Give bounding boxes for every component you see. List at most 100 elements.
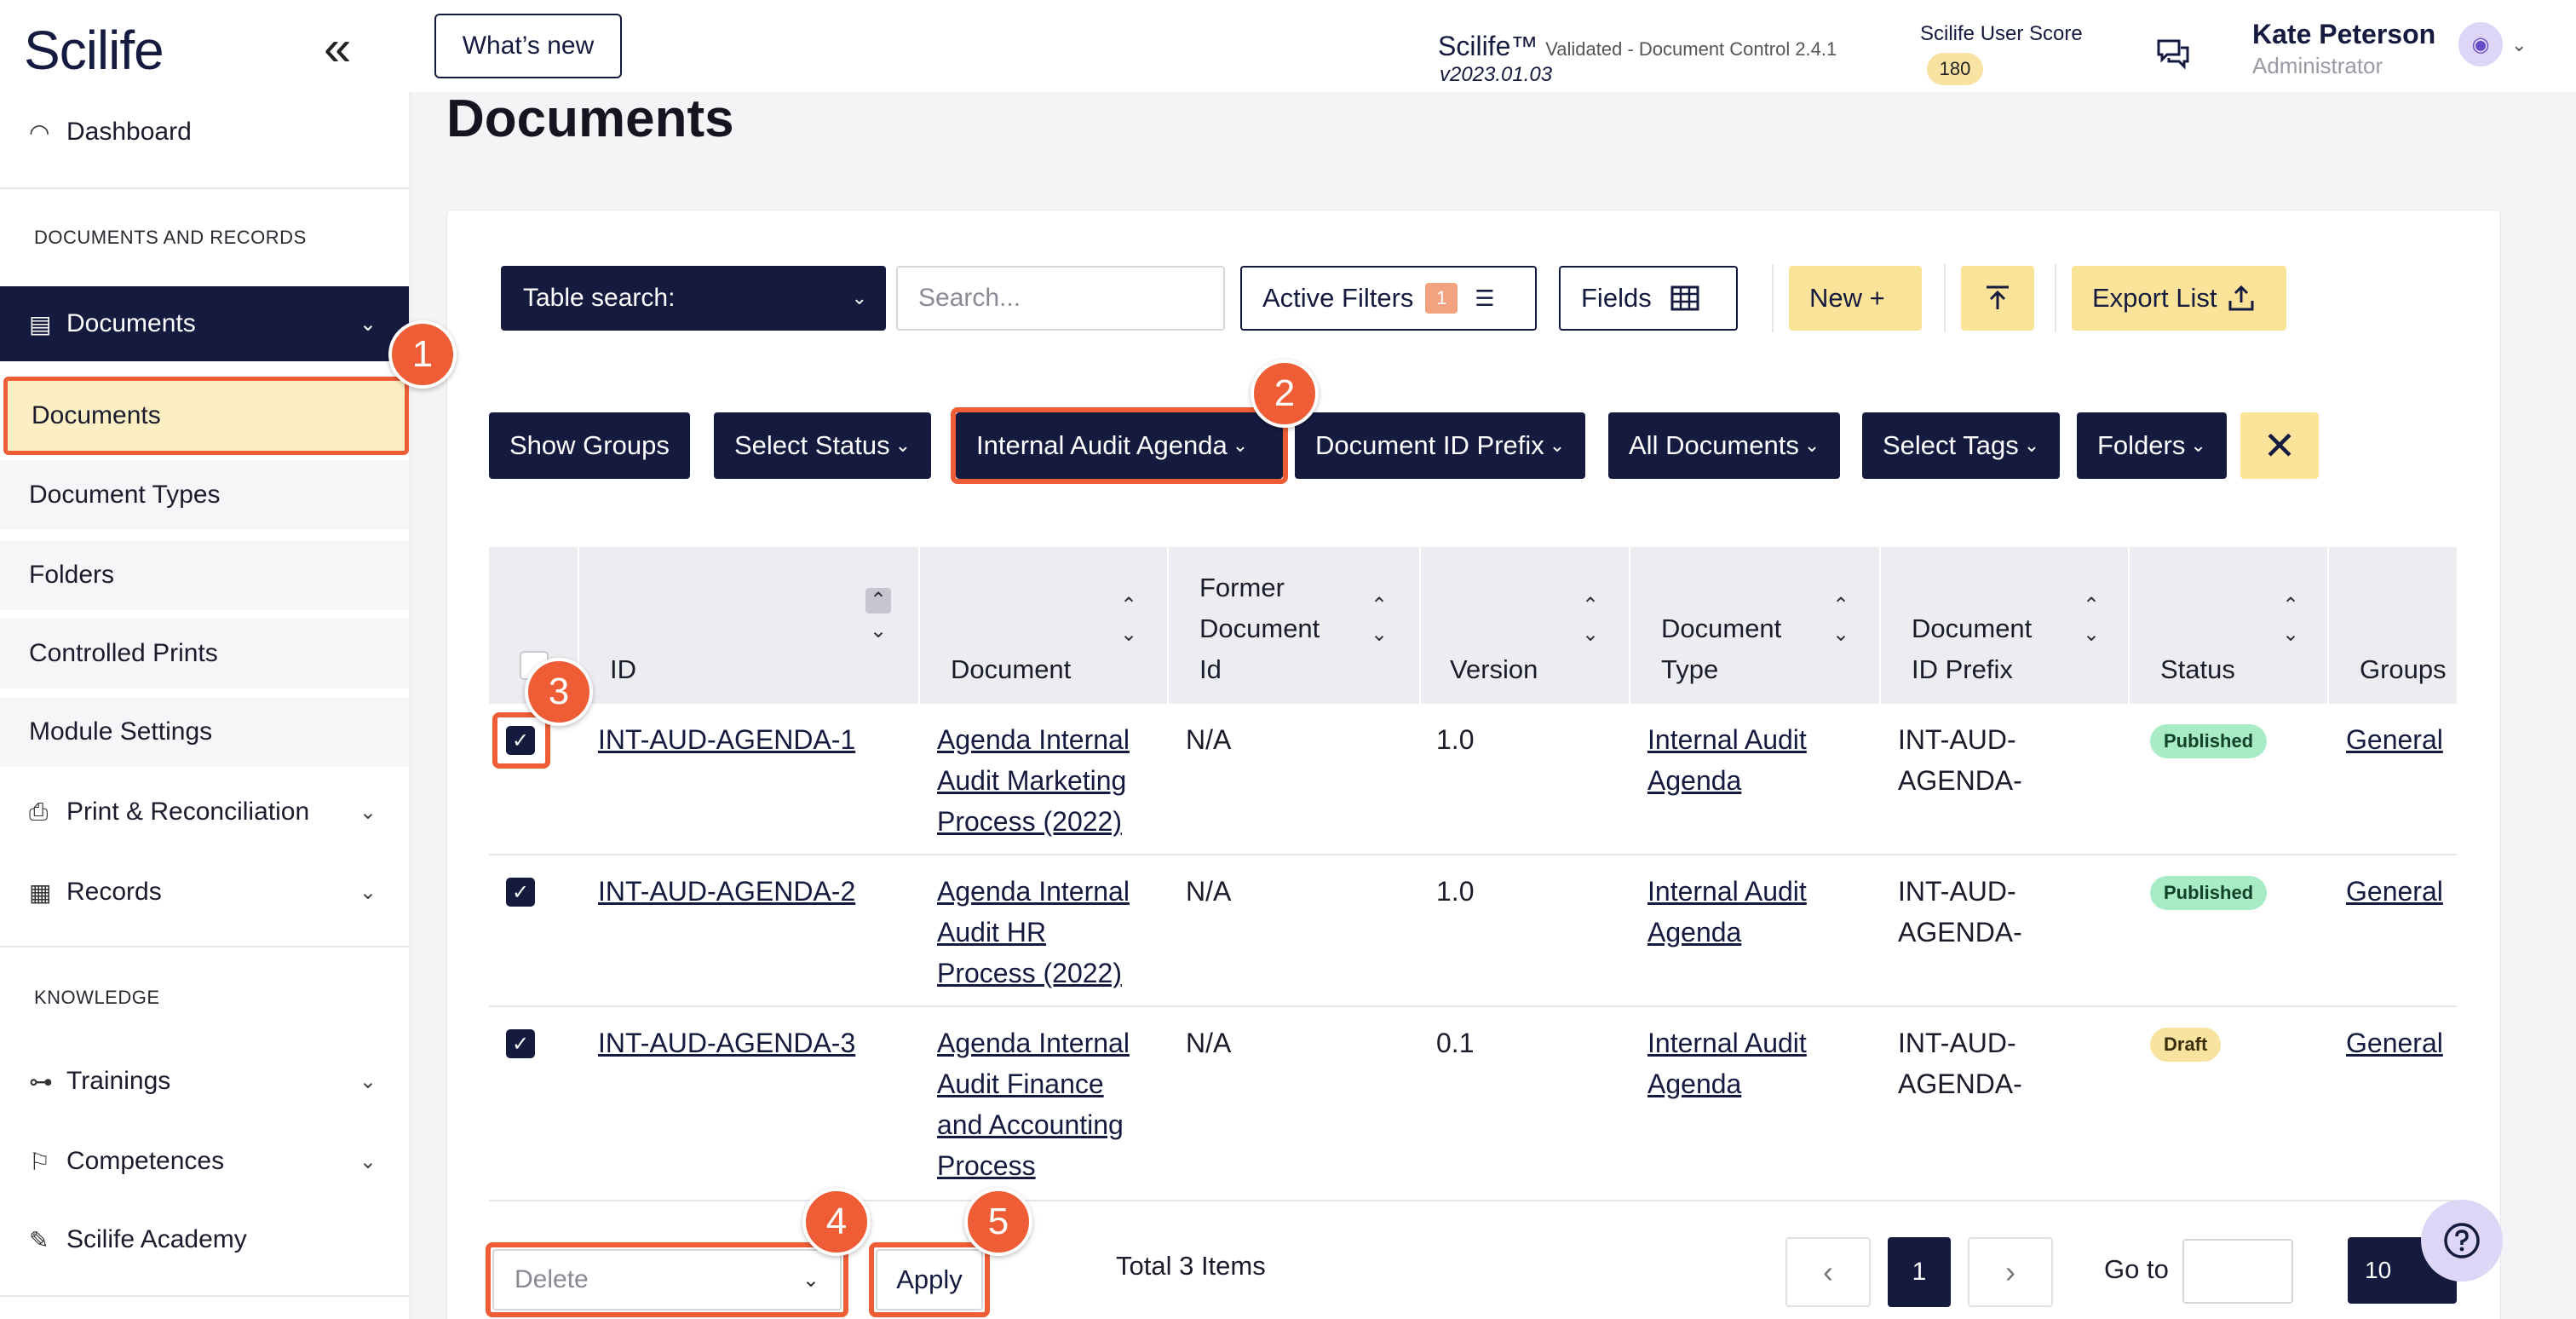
- column-header-groups[interactable]: Groups: [2360, 547, 2455, 704]
- header-line: ID Prefix: [1912, 654, 2013, 684]
- select-status-dropdown[interactable]: Select Status ⌄: [714, 412, 932, 479]
- select-tags-dropdown[interactable]: Select Tags ⌄: [1862, 412, 2061, 479]
- column-header-document[interactable]: Document ⌃ ⌄: [951, 547, 1155, 704]
- document-id-link[interactable]: INT-AUD-AGENDA-3: [598, 1022, 855, 1063]
- document-id-link[interactable]: INT-AUD-AGENDA-1: [598, 719, 855, 760]
- title-line: Agenda Internal: [937, 724, 1130, 755]
- clear-filters-close-icon[interactable]: ✕: [2240, 412, 2319, 479]
- new-button[interactable]: New +: [1789, 266, 1922, 331]
- sidebar-item-controlled-prints[interactable]: Controlled Prints: [0, 619, 409, 688]
- row-checkbox[interactable]: ✓: [506, 1029, 535, 1058]
- sort-icon[interactable]: ⌃ ⌄: [2079, 591, 2104, 649]
- active-filters-button[interactable]: Active Filters 1 ☰: [1240, 266, 1537, 331]
- title-line: Agenda Internal: [937, 1028, 1130, 1058]
- competence-icon: ⚐: [29, 1148, 51, 1175]
- collapse-sidebar-icon[interactable]: «: [324, 24, 351, 73]
- document-type-link[interactable]: Internal Audit Agenda: [1647, 1022, 1807, 1104]
- user-name[interactable]: Kate Peterson: [2252, 19, 2435, 50]
- sidebar-item-scilife-academy[interactable]: ✎ Scilife Academy: [0, 1205, 409, 1275]
- folders-dropdown[interactable]: Folders ⌄: [2077, 412, 2227, 479]
- upload-button[interactable]: [1961, 266, 2034, 331]
- prev-page-icon[interactable]: ‹: [1785, 1237, 1871, 1307]
- sort-desc-icon[interactable]: ⌄: [865, 617, 891, 646]
- prefix-line: AGENDA-: [1898, 765, 2022, 796]
- column-header-document-type[interactable]: Document Type ⌃ ⌄: [1661, 547, 1874, 704]
- user-menu-chevron-icon[interactable]: ⌄: [2511, 34, 2527, 56]
- column-header-version[interactable]: Version ⌃ ⌄: [1450, 547, 1620, 704]
- chevron-down-icon: ⌄: [1803, 435, 1820, 456]
- document-type-link[interactable]: Internal Audit Agenda: [1647, 871, 1807, 953]
- fields-button[interactable]: Fields: [1559, 266, 1738, 331]
- page-button-current[interactable]: 1: [1888, 1237, 1951, 1307]
- show-groups-button[interactable]: Show Groups: [489, 412, 690, 479]
- sidebar-item-dashboard[interactable]: ◠ Dashboard: [0, 97, 409, 167]
- chip-label: All Documents: [1629, 430, 1799, 460]
- title-line: Audit HR: [937, 917, 1047, 947]
- document-type-link[interactable]: Internal Audit Agenda: [1647, 719, 1807, 801]
- prefix-line: INT-AUD-: [1898, 724, 2016, 755]
- document-title-link[interactable]: Agenda Internal Audit Finance and Accoun…: [937, 1022, 1130, 1186]
- scilife-logo[interactable]: Scilife: [24, 19, 164, 82]
- sidebar-group-competences[interactable]: ⚐ Competences ⌄: [0, 1126, 409, 1196]
- sidebar-item-module-settings[interactable]: Module Settings: [0, 697, 409, 767]
- chat-support-icon[interactable]: [2155, 37, 2191, 72]
- chevron-down-icon: ⌄: [2190, 435, 2206, 456]
- column-divider: [2327, 547, 2329, 704]
- sidebar-group-records[interactable]: ▦ Records ⌄: [0, 857, 409, 927]
- document-title-link[interactable]: Agenda Internal Audit HR Process (2022): [937, 871, 1130, 994]
- goto-page-input[interactable]: [2182, 1239, 2293, 1304]
- column-header-former-document-id[interactable]: Former Document Id ⌃ ⌄: [1199, 547, 1412, 704]
- group-link[interactable]: General: [2346, 1022, 2443, 1063]
- goto-label: Go to: [2104, 1254, 2169, 1284]
- sidebar-group-print-reconciliation[interactable]: ⎙ Print & Reconciliation ⌄: [0, 777, 409, 847]
- header-line: Document: [1661, 613, 1782, 643]
- all-documents-dropdown[interactable]: All Documents ⌄: [1608, 412, 1841, 479]
- whats-new-button[interactable]: What’s new: [434, 14, 622, 78]
- sort-icon[interactable]: ⌃ ⌄: [1366, 591, 1392, 649]
- product-version: v2023.01.03: [1440, 63, 1553, 86]
- sort-icon[interactable]: ⌃ ⌄: [1116, 591, 1141, 649]
- column-header-status[interactable]: Status ⌃ ⌄: [2160, 547, 2322, 704]
- chevron-down-icon: ⌄: [359, 880, 377, 904]
- document-id-link[interactable]: INT-AUD-AGENDA-2: [598, 871, 855, 912]
- sidebar-item-documents[interactable]: Documents: [3, 377, 409, 455]
- document-id-prefix-dropdown[interactable]: Document ID Prefix ⌄: [1295, 412, 1586, 479]
- sidebar-item-document-types[interactable]: Document Types: [0, 460, 409, 530]
- next-page-icon[interactable]: ›: [1968, 1237, 2053, 1307]
- sidebar-item-label: Controlled Prints: [29, 639, 218, 667]
- column-header-id[interactable]: ID ⌃ ⌄: [610, 547, 900, 704]
- chevron-down-icon: ⌄: [2023, 435, 2040, 456]
- sort-asc-icon[interactable]: ⌃: [865, 588, 891, 613]
- table-search-select[interactable]: Table search: ⌄: [501, 266, 886, 331]
- group-link[interactable]: General: [2346, 719, 2443, 760]
- header-label: Status: [2160, 654, 2235, 684]
- header-label: Document: [951, 654, 1072, 684]
- column-header-document-id-prefix[interactable]: Document ID Prefix ⌃ ⌄: [1912, 547, 2125, 704]
- sidebar-divider: [0, 1295, 409, 1297]
- group-link[interactable]: General: [2346, 871, 2443, 912]
- type-line: Internal Audit: [1647, 876, 1807, 907]
- sort-icon[interactable]: ⌃ ⌄: [1828, 591, 1854, 649]
- header-line: Former: [1199, 573, 1285, 602]
- dumbbell-icon: ⊶: [29, 1068, 53, 1095]
- sidebar-group-trainings[interactable]: ⊶ Trainings ⌄: [0, 1046, 409, 1116]
- row-checkbox[interactable]: ✓: [506, 878, 535, 907]
- document-title-link[interactable]: Agenda Internal Audit Marketing Process …: [937, 719, 1130, 842]
- column-divider: [1167, 547, 1169, 704]
- prefix-line: AGENDA-: [1898, 917, 2022, 947]
- sort-icon[interactable]: ⌃ ⌄: [1578, 591, 1603, 649]
- search-input[interactable]: [896, 266, 1225, 331]
- avatar[interactable]: ◉: [2458, 22, 2503, 66]
- chevron-down-icon: ⌄: [1549, 435, 1566, 456]
- sort-icon[interactable]: ⌃ ⌄: [2278, 591, 2303, 649]
- header-label: Document ID Prefix: [1912, 608, 2032, 690]
- status-badge: Published: [2150, 724, 2268, 758]
- help-question-icon: [2444, 1223, 2480, 1259]
- fields-label: Fields: [1581, 283, 1652, 313]
- export-list-button[interactable]: Export List: [2072, 266, 2286, 331]
- sidebar-item-folders[interactable]: Folders: [0, 540, 409, 610]
- user-score-badge: 180: [1927, 53, 1983, 85]
- help-button[interactable]: [2421, 1200, 2503, 1282]
- sidebar-group-documents[interactable]: ▤ Documents ⌄: [0, 286, 409, 361]
- active-filters-label: Active Filters: [1262, 283, 1414, 313]
